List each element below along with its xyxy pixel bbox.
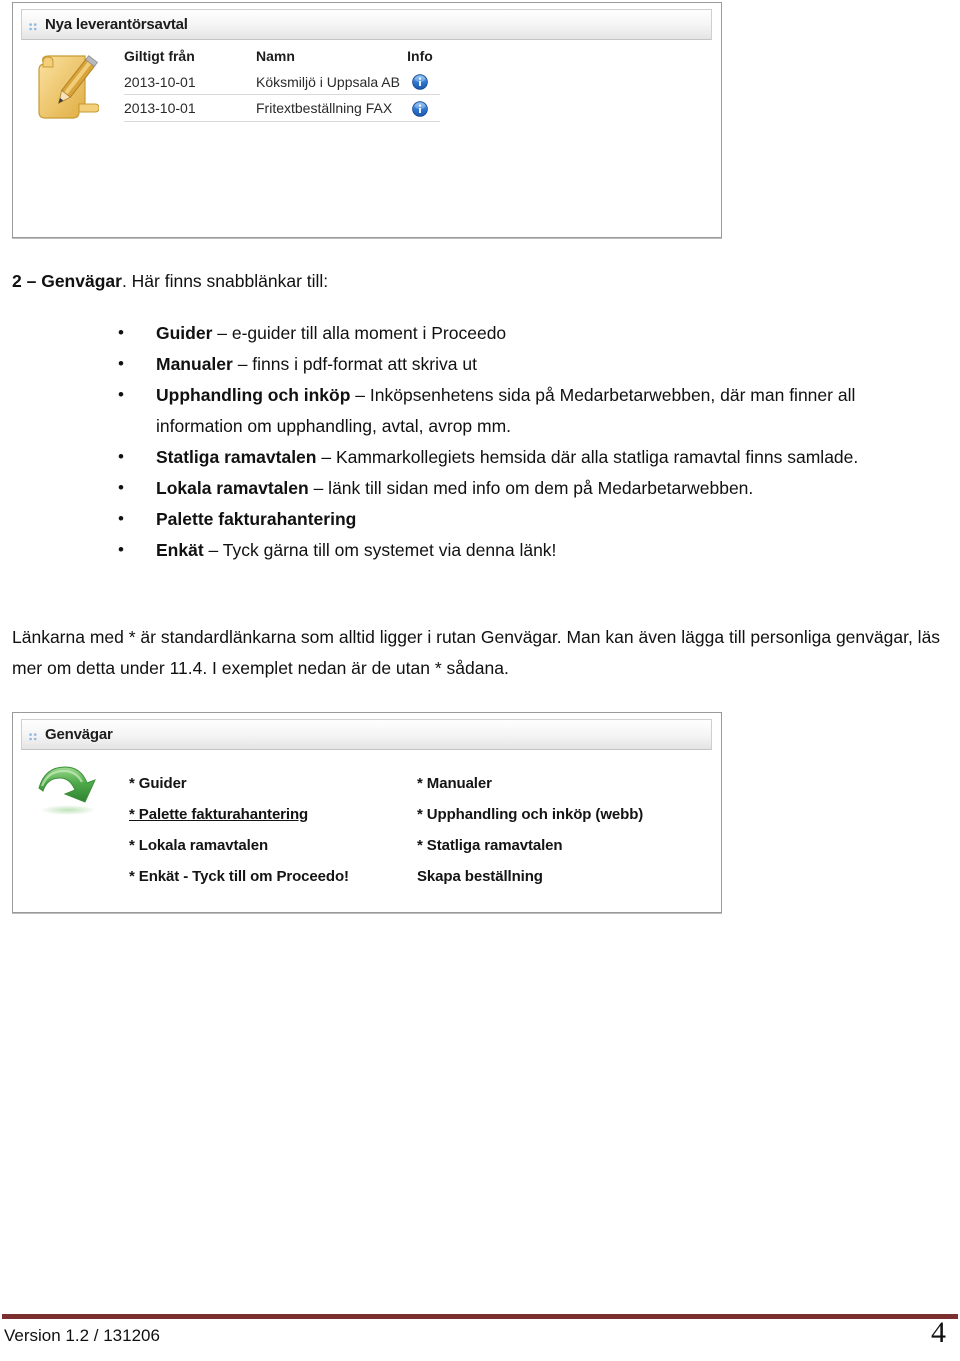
- shortcut-link-manualer[interactable]: * Manualer: [417, 768, 492, 799]
- section-intro-rest: . Här finns snabblänkar till:: [121, 271, 329, 291]
- list-item: Guider – e-guider till alla moment i Pro…: [110, 317, 940, 349]
- shortcut-link-palette-fakturahantering[interactable]: * Palette fakturahantering: [129, 799, 308, 830]
- list-item-desc: – Kammarkollegiets hemsida där alla stat…: [316, 447, 859, 467]
- shortcut-link-guider[interactable]: * Guider: [129, 768, 187, 799]
- new-supplier-agreements-panel: Nya leverantörsavtal Giltigt från Namn I…: [12, 2, 722, 238]
- list-item-term: Upphandling och inköp: [156, 385, 351, 405]
- cell-valid-from: 2013-10-01: [124, 94, 256, 122]
- cell-valid-from: 2013-10-01: [124, 69, 256, 96]
- shortcut-link-enkat-tyck-till[interactable]: * Enkät - Tyck till om Proceedo!: [129, 861, 349, 892]
- shortcut-link-lokala-ramavtalen[interactable]: * Lokala ramavtalen: [129, 830, 268, 861]
- cell-info: [399, 94, 440, 122]
- shortcut-link-skapa-bestallning[interactable]: Skapa beställning: [417, 861, 543, 892]
- info-circle-icon[interactable]: [412, 74, 428, 91]
- list-item-desc: – Tyck gärna till om systemet via denna …: [203, 540, 557, 560]
- green-curved-arrow-icon: [35, 758, 101, 816]
- cell-name: Köksmiljö i Uppsala AB: [256, 69, 400, 96]
- grip-dots-icon[interactable]: [29, 19, 38, 30]
- list-item-term: Lokala ramavtalen: [156, 478, 309, 498]
- list-item: Enkät – Tyck gärna till om systemet via …: [110, 534, 940, 566]
- section-intro-paragraph: 2 – Genvägar. Här finns snabblänkar till…: [12, 266, 948, 297]
- shortcut-link-statliga-ramavtalen[interactable]: * Statliga ramavtalen: [417, 830, 563, 861]
- footer-version-label: Version 1.2 / 131206: [4, 1326, 160, 1345]
- list-item-desc: – länk till sidan med info om dem på Med…: [308, 478, 754, 498]
- list-item-term: Statliga ramavtalen: [156, 447, 317, 467]
- list-item-term: Guider: [156, 323, 213, 343]
- agreements-table: Giltigt från Namn Info 2013-10-01 Köksmi…: [124, 48, 440, 122]
- cell-info: [399, 69, 440, 96]
- cell-name: Fritextbeställning FAX: [256, 94, 400, 122]
- list-item: Manualer – finns i pdf-format att skriva…: [110, 348, 940, 380]
- section-title-inline: Genvägar: [41, 271, 122, 291]
- panel-header-shortcuts: Genvägar: [21, 719, 712, 750]
- panel-title-shortcuts: Genvägar: [45, 726, 113, 743]
- section-number: 2 –: [12, 271, 42, 291]
- panel-body-shortcuts: * Guider * Manualer * Palette fakturahan…: [21, 750, 712, 904]
- grip-dots-icon[interactable]: [29, 729, 38, 740]
- shortcut-description-list: Guider – e-guider till alla moment i Pro…: [110, 317, 940, 566]
- info-circle-icon[interactable]: [412, 100, 428, 117]
- column-header-info: Info: [407, 48, 433, 64]
- table-row[interactable]: 2013-10-01 Fritextbeställning FAX: [124, 94, 440, 122]
- note-pencil-icon: [33, 50, 100, 122]
- shortcut-link-upphandling-och-inkop-webb[interactable]: * Upphandling och inköp (webb): [417, 799, 643, 830]
- page-number: 4: [931, 1316, 946, 1349]
- list-item-desc: – e-guider till alla moment i Proceedo: [212, 323, 507, 343]
- list-item: Upphandling och inköp – Inköpsenhetens s…: [110, 379, 940, 442]
- shortcuts-panel: Genvägar * Guider * Manualer * Palette f…: [12, 712, 722, 913]
- footer-divider: [2, 1314, 958, 1319]
- panel-title-agreements: Nya leverantörsavtal: [45, 16, 188, 33]
- panel-header-agreements: Nya leverantörsavtal: [21, 9, 712, 40]
- list-item: Statliga ramavtalen – Kammarkollegiets h…: [110, 441, 940, 473]
- note-paragraph: Länkarna med * är standardlänkarna som a…: [12, 627, 941, 678]
- list-item: Lokala ramavtalen – länk till sidan med …: [110, 472, 940, 504]
- table-row[interactable]: 2013-10-01 Köksmiljö i Uppsala AB: [124, 69, 440, 96]
- table-header-row: Giltigt från Namn Info: [124, 48, 440, 69]
- list-item: Palette fakturahantering: [110, 503, 940, 535]
- list-item-term: Manualer: [156, 354, 233, 374]
- column-header-valid-from: Giltigt från: [124, 48, 195, 64]
- panel-body-agreements: Giltigt från Namn Info 2013-10-01 Köksmi…: [21, 40, 712, 229]
- shortcut-links-grid: * Guider * Manualer * Palette fakturahan…: [129, 768, 702, 892]
- list-item-term: Palette fakturahantering: [156, 509, 357, 529]
- list-item-term: Enkät: [156, 540, 204, 560]
- column-header-name: Namn: [256, 48, 295, 64]
- list-item-desc: – finns i pdf-format att skriva ut: [232, 354, 477, 374]
